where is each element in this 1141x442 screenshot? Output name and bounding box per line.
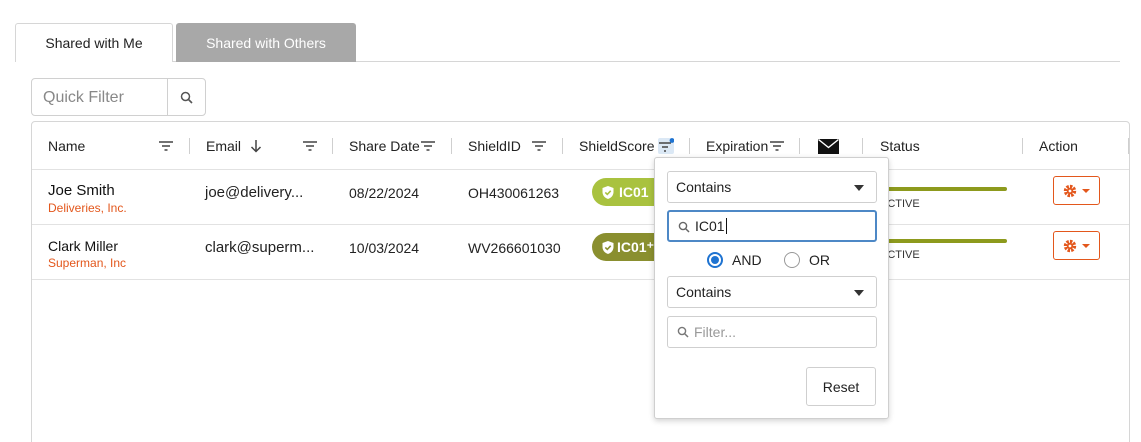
column-resize-handle[interactable] — [332, 138, 333, 154]
row-email: clark@superm... — [205, 239, 315, 256]
operator-or-label: OR — [809, 252, 830, 268]
tab-shared-with-me[interactable]: Shared with Me — [15, 23, 173, 62]
row-shield-id: OH430061263 — [468, 185, 560, 201]
status-bar — [880, 187, 1007, 191]
column-resize-handle[interactable] — [189, 138, 190, 154]
row-action-button[interactable] — [1053, 176, 1100, 205]
table-row[interactable]: Clark Miller Superman, Inc clark@superm.… — [32, 225, 1129, 280]
column-header-shield-score[interactable]: ShieldScore — [579, 122, 655, 170]
row-shield-id: WV266601030 — [468, 240, 561, 256]
column-header-action: Action — [1039, 138, 1078, 154]
text-cursor — [725, 218, 727, 234]
radio-and[interactable] — [707, 252, 723, 268]
filter-condition-value: Contains — [676, 284, 732, 300]
column-resize-handle[interactable] — [562, 138, 563, 154]
column-header-name[interactable]: Name — [48, 122, 85, 170]
filter-value-text: IC01 — [695, 218, 725, 234]
column-resize-handle[interactable] — [799, 138, 800, 154]
row-share-date: 10/03/2024 — [349, 240, 420, 256]
search-icon — [180, 91, 193, 104]
quick-filter-search-button[interactable] — [167, 79, 205, 115]
shares-table: Name Email Share Date ShieldID ShieldSco… — [31, 121, 1130, 442]
row-share-date: 08/22/2024 — [349, 185, 420, 201]
search-icon — [678, 221, 690, 233]
caret-down-icon — [854, 290, 864, 296]
filter-icon[interactable] — [158, 138, 174, 154]
column-resize-handle[interactable] — [451, 138, 452, 154]
row-action-button[interactable] — [1053, 231, 1100, 260]
column-resize-handle[interactable] — [1022, 138, 1023, 154]
filter-icon[interactable] — [769, 138, 785, 154]
filter-active-icon[interactable] — [658, 138, 674, 154]
shield-check-icon — [602, 185, 614, 199]
column-header-shield-id[interactable]: ShieldID — [468, 122, 521, 170]
quick-filter-input[interactable]: Quick Filter — [32, 79, 167, 115]
status-bar — [880, 239, 1007, 243]
row-email: joe@delivery... — [205, 184, 304, 201]
operator-and[interactable]: AND — [707, 251, 762, 269]
row-name: Clark Miller — [48, 238, 118, 254]
quick-filter: Quick Filter — [31, 78, 206, 116]
filter-condition-select-2[interactable]: Contains — [667, 276, 877, 308]
operator-and-label: AND — [732, 252, 762, 268]
row-company: Deliveries, Inc. — [48, 201, 127, 215]
filter-value-input-2[interactable]: Filter... — [667, 316, 877, 348]
operator-or[interactable]: OR — [784, 251, 830, 269]
filter-placeholder: Filter... — [694, 324, 737, 340]
filter-icon[interactable] — [531, 138, 547, 154]
caret-down-icon — [854, 185, 864, 191]
row-name: Joe Smith — [48, 182, 115, 199]
column-header-share-date[interactable]: Share Date — [349, 122, 420, 170]
filter-condition-select-1[interactable]: Contains — [667, 171, 877, 203]
tab-bar: Shared with Me Shared with Others — [15, 23, 1120, 62]
filter-value-input-1[interactable]: IC01 — [667, 210, 877, 242]
filter-icon[interactable] — [420, 138, 436, 154]
column-filter-popup: Contains IC01 AND OR Contains Filter... … — [654, 157, 889, 419]
table-header: Name Email Share Date ShieldID ShieldSco… — [32, 122, 1129, 170]
chevron-down-icon — [1082, 188, 1090, 193]
column-resize-handle[interactable] — [689, 138, 690, 154]
shield-score-value: IC01⁺ — [617, 238, 654, 255]
column-header-email[interactable]: Email — [206, 122, 241, 170]
sort-desc-icon[interactable] — [248, 138, 264, 154]
chevron-down-icon — [1082, 243, 1090, 248]
column-resize-handle[interactable] — [862, 138, 863, 154]
shield-check-icon — [602, 240, 614, 254]
gear-icon — [1063, 184, 1077, 197]
envelope-icon[interactable] — [817, 138, 839, 154]
filter-icon[interactable] — [302, 138, 318, 154]
shield-score-value: IC01 — [619, 184, 649, 200]
reset-button[interactable]: Reset — [806, 367, 876, 406]
column-resize-handle[interactable] — [1128, 138, 1129, 154]
search-icon — [677, 326, 689, 338]
tab-shared-with-others[interactable]: Shared with Others — [176, 23, 356, 62]
gear-icon — [1063, 239, 1077, 252]
row-company: Superman, Inc — [48, 256, 127, 270]
radio-or[interactable] — [784, 252, 800, 268]
table-row[interactable]: Joe Smith Deliveries, Inc. joe@delivery.… — [32, 170, 1129, 225]
filter-condition-value: Contains — [676, 179, 732, 195]
